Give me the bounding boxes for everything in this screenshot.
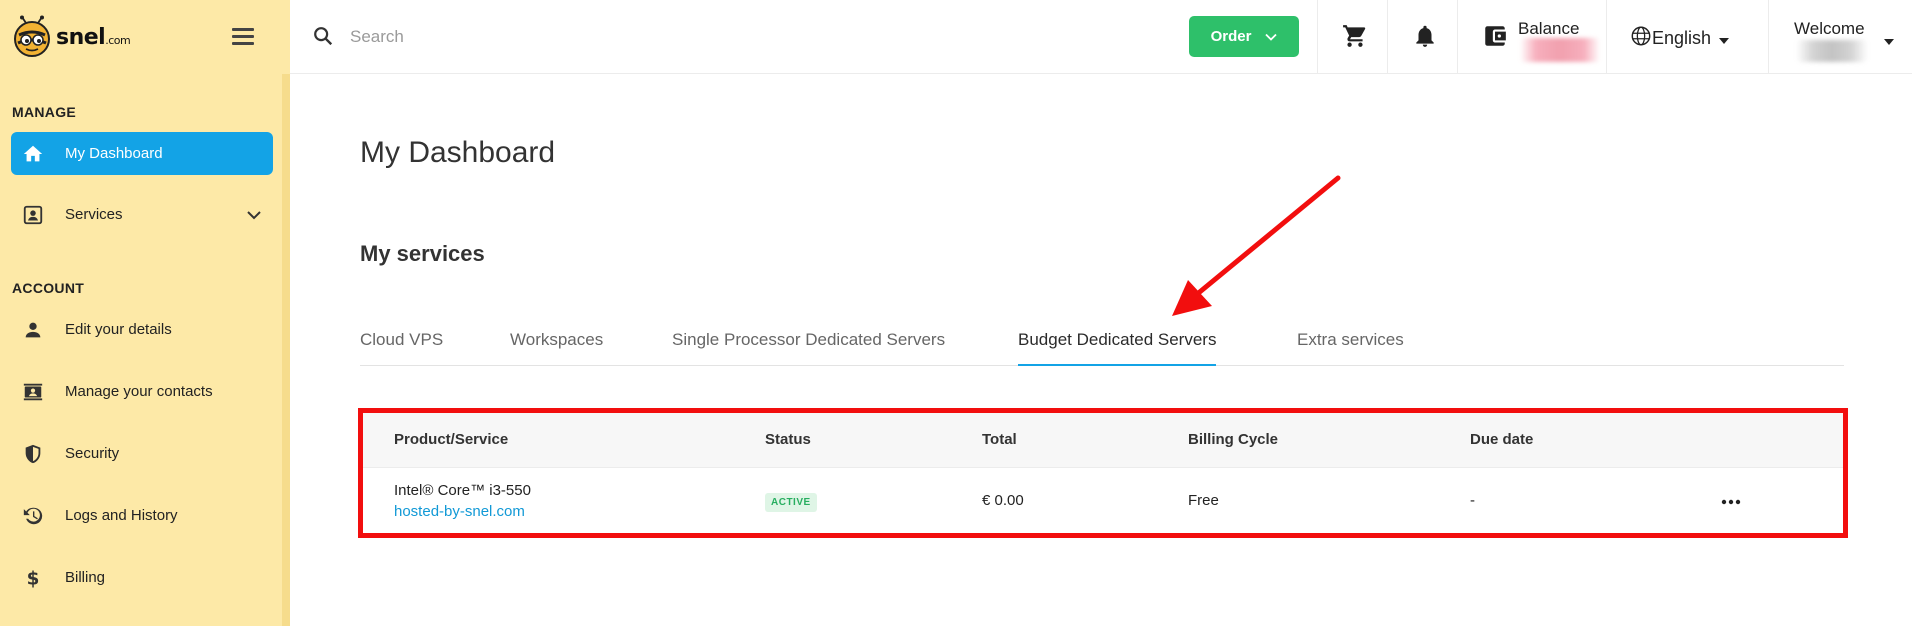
- tab-budget-dedicated-servers[interactable]: Budget Dedicated Servers: [1018, 330, 1217, 366]
- balance-value-redacted: [1520, 38, 1600, 62]
- cart-icon[interactable]: [1342, 23, 1368, 54]
- sidebar-item-label: Security: [65, 445, 120, 462]
- search-input[interactable]: [350, 20, 850, 54]
- brand-logo[interactable]: snel.com: [10, 12, 131, 62]
- username-redacted: [1796, 40, 1868, 62]
- header-divider: [1317, 0, 1318, 74]
- column-header-status: Status: [765, 431, 811, 448]
- total-value: € 0.00: [982, 492, 1024, 509]
- wallet-icon[interactable]: [1482, 23, 1508, 54]
- globe-icon: [1630, 25, 1652, 52]
- shield-icon: [21, 442, 45, 466]
- product-name: Intel® Core™ i3-550: [394, 482, 531, 499]
- sidebar-item-my-dashboard[interactable]: My Dashboard: [11, 132, 273, 175]
- tab-cloud-vps[interactable]: Cloud VPS: [360, 330, 443, 366]
- product-domain-link[interactable]: hosted-by-snel.com: [394, 503, 525, 520]
- column-header-billing-cycle: Billing Cycle: [1188, 431, 1279, 448]
- column-header-product: Product/Service: [394, 431, 509, 448]
- column-header-due-date: Due date: [1470, 431, 1534, 448]
- section-title: My services: [360, 241, 485, 266]
- manage-heading: MANAGE: [12, 104, 77, 120]
- bee-logo-icon: [10, 15, 54, 59]
- bell-icon[interactable]: [1412, 23, 1438, 54]
- language-selector[interactable]: English: [1630, 25, 1730, 52]
- tab-single-processor-dedicated-servers[interactable]: Single Processor Dedicated Servers: [672, 330, 945, 366]
- sidebar-item-label: My Dashboard: [65, 145, 163, 162]
- search-icon[interactable]: [312, 25, 334, 52]
- order-button[interactable]: Order: [1189, 16, 1299, 57]
- table-row[interactable]: Intel® Core™ i3-550 hosted-by-snel.com A…: [362, 468, 1844, 536]
- sidebar-edge: [282, 74, 290, 626]
- caret-down-icon: [1719, 28, 1730, 49]
- balance-label: Balance: [1518, 19, 1580, 38]
- sidebar-item-label: Manage your contacts: [65, 383, 213, 400]
- sidebar-item-label: Logs and History: [65, 507, 178, 524]
- brand-suffix: .com: [105, 33, 131, 47]
- person-icon: [21, 318, 45, 342]
- sidebar: snel.com MANAGE My Dashboard Services AC…: [0, 0, 290, 626]
- sidebar-item-edit-details[interactable]: Edit your details: [11, 308, 273, 351]
- tab-workspaces[interactable]: Workspaces: [510, 330, 603, 366]
- more-options-icon[interactable]: [1716, 492, 1746, 512]
- chevron-down-icon[interactable]: [247, 207, 261, 225]
- history-icon: [21, 504, 45, 528]
- language-label: English: [1652, 28, 1712, 48]
- sidebar-item-security[interactable]: Security: [11, 432, 273, 475]
- sidebar-item-manage-contacts[interactable]: Manage your contacts: [11, 370, 273, 413]
- brand-name-text: snel: [56, 24, 106, 50]
- column-header-total: Total: [982, 431, 1017, 448]
- caret-down-icon[interactable]: [1884, 32, 1894, 50]
- header-divider: [1457, 0, 1458, 74]
- top-header: Order Balance English Welcome: [290, 0, 1912, 74]
- service-tabs: Cloud VPS Workspaces Single Processor De…: [360, 330, 1844, 366]
- header-divider: [1606, 0, 1607, 74]
- sidebar-item-billing[interactable]: $ Billing: [11, 556, 273, 599]
- sidebar-item-label: Services: [65, 206, 123, 223]
- sidebar-item-label: Edit your details: [65, 321, 172, 338]
- svg-text:$: $: [27, 568, 40, 589]
- header-divider: [1768, 0, 1769, 74]
- due-date-value: -: [1470, 492, 1475, 509]
- home-icon: [21, 142, 45, 166]
- tab-extra-services[interactable]: Extra services: [1297, 330, 1404, 366]
- contact-card-icon: [21, 203, 45, 227]
- status-badge: ACTIVE: [765, 493, 817, 512]
- account-heading: ACCOUNT: [12, 280, 85, 296]
- dollar-icon: $: [21, 566, 45, 590]
- menu-toggle-icon[interactable]: [232, 28, 254, 46]
- chevron-down-icon: [1265, 28, 1278, 45]
- contacts-book-icon: [21, 380, 45, 404]
- sidebar-item-logs-history[interactable]: Logs and History: [11, 494, 273, 537]
- annotation-arrow-icon: [1172, 175, 1341, 316]
- sidebar-item-label: Billing: [65, 569, 106, 586]
- services-table: Product/Service Status Total Billing Cyc…: [362, 412, 1844, 536]
- billing-cycle-value: Free: [1188, 492, 1219, 509]
- sidebar-item-services[interactable]: Services: [11, 193, 273, 236]
- page-title: My Dashboard: [360, 136, 556, 169]
- header-divider: [1387, 0, 1388, 74]
- order-button-label: Order: [1210, 28, 1252, 45]
- table-header-row: Product/Service Status Total Billing Cyc…: [362, 412, 1844, 468]
- welcome-label[interactable]: Welcome: [1794, 19, 1865, 39]
- brand-name: snel.com: [56, 24, 131, 50]
